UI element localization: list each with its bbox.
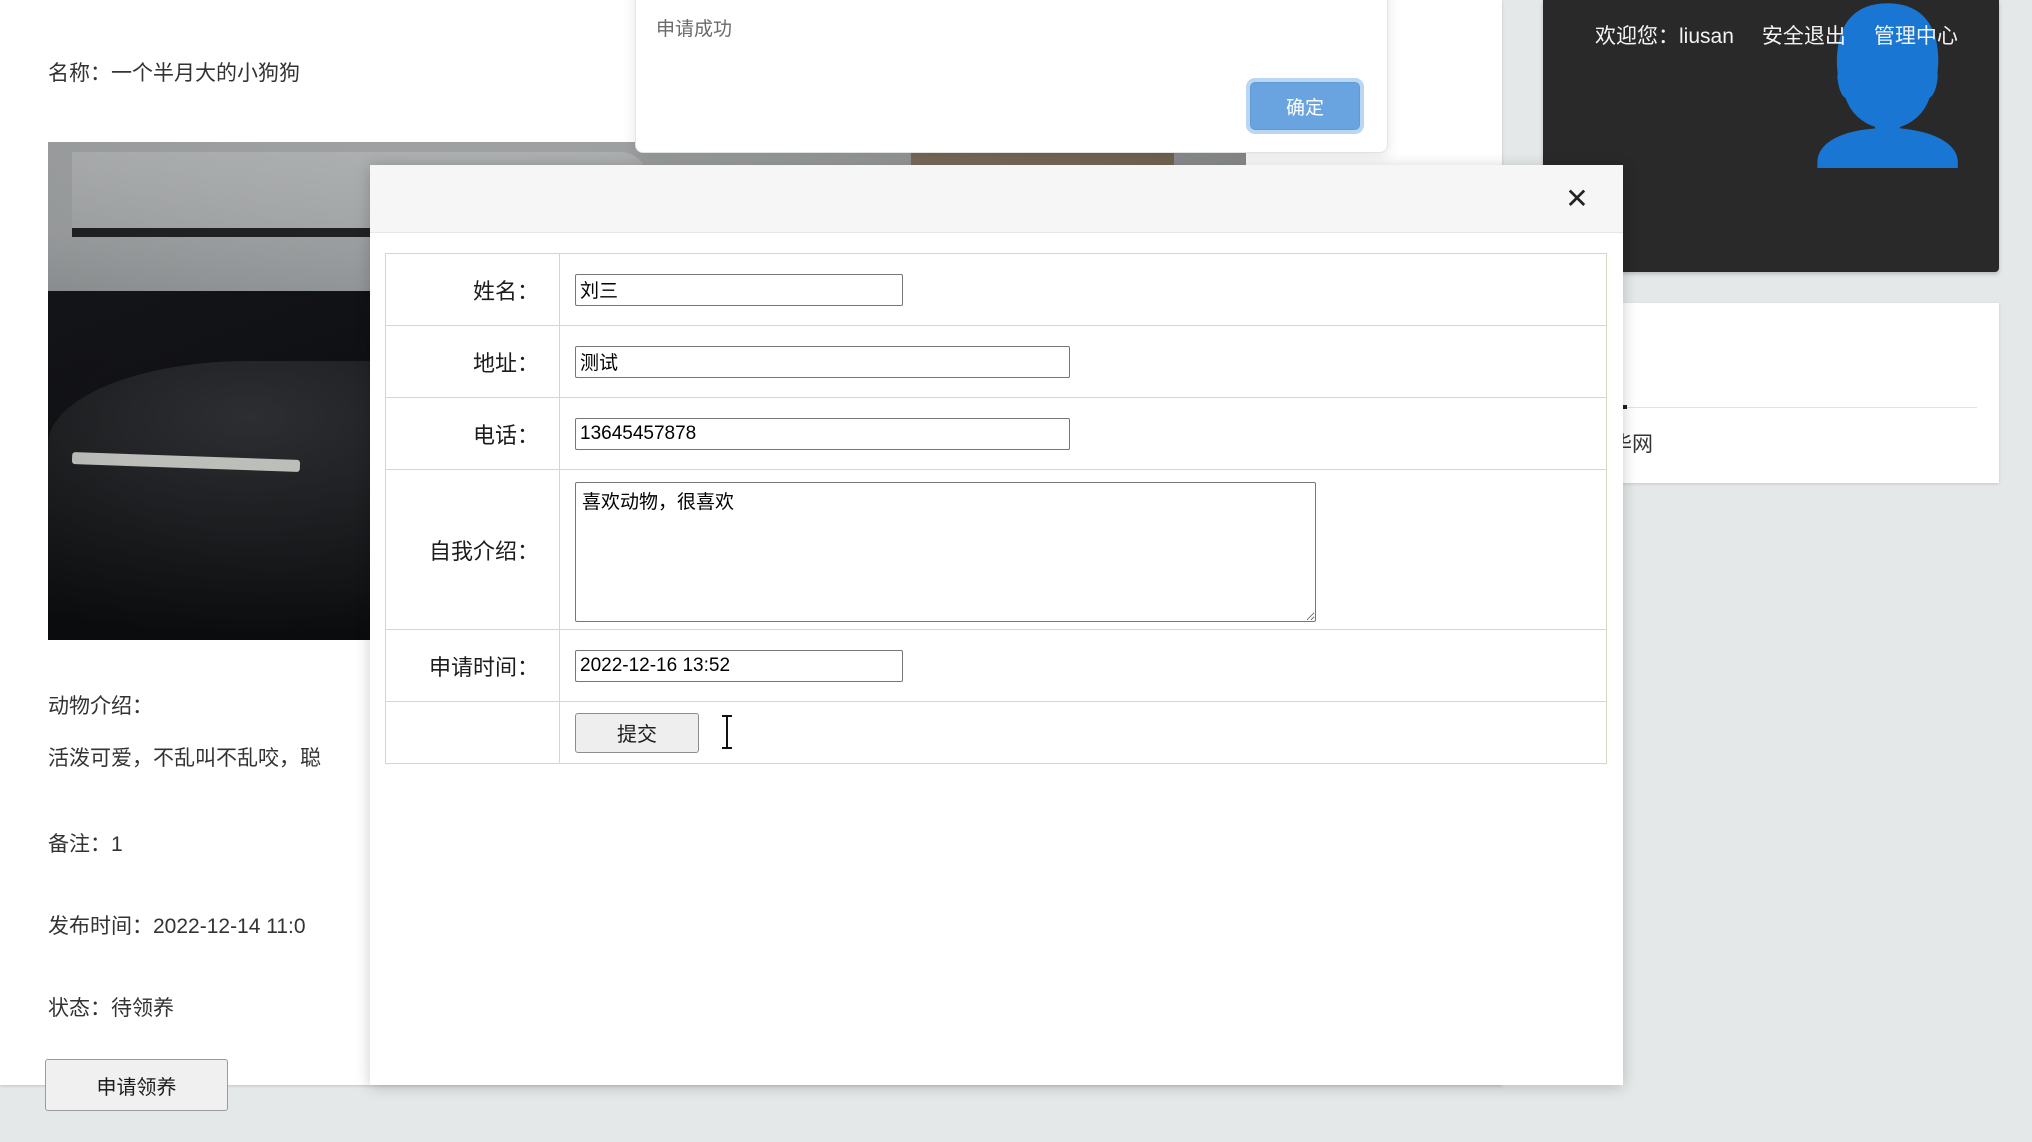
user-name-label: liusan bbox=[1679, 25, 1734, 48]
success-notice-message: 申请成功 bbox=[656, 19, 733, 40]
logout-link[interactable]: 安全退出 bbox=[1762, 25, 1846, 48]
table-row: 电话： bbox=[385, 397, 1607, 470]
field-label-empty bbox=[385, 701, 560, 764]
table-row: 地址： bbox=[385, 325, 1607, 398]
apply-time-input[interactable] bbox=[575, 649, 903, 682]
address-input[interactable] bbox=[575, 345, 1070, 378]
table-row: 申请时间： bbox=[385, 629, 1607, 702]
phone-input[interactable] bbox=[575, 417, 1070, 450]
page-title: 名称：一个半月大的小狗狗 bbox=[48, 62, 300, 85]
success-notice-dialog: 申请成功 确定 bbox=[635, 0, 1388, 153]
table-row: 自我介绍： 喜欢动物，很喜欢 bbox=[385, 469, 1607, 630]
welcome-bar: 欢迎您：liusan 安全退出 管理中心 bbox=[1595, 22, 1975, 52]
animal-remark: 备注：1 bbox=[48, 833, 123, 856]
self-intro-textarea[interactable]: 喜欢动物，很喜欢 bbox=[575, 482, 1316, 622]
publish-time: 发布时间：2022-12-14 11:0 bbox=[48, 915, 306, 938]
animal-intro-label: 动物介绍： bbox=[48, 695, 153, 718]
adoption-application-modal: ✕ 姓名： 地址： 电话： 自我介绍： bbox=[370, 165, 1623, 1085]
confirm-button[interactable]: 确定 bbox=[1246, 78, 1364, 134]
field-label-phone: 电话： bbox=[385, 397, 560, 470]
table-row: 姓名： bbox=[385, 253, 1607, 326]
field-label-apply-time: 申请时间： bbox=[385, 629, 560, 702]
modal-header bbox=[370, 165, 1623, 233]
animal-intro-text: 活泼可爱，不乱叫不乱咬，聪 bbox=[48, 747, 321, 770]
close-icon[interactable]: ✕ bbox=[1557, 179, 1597, 219]
admin-center-link[interactable]: 管理中心 bbox=[1874, 25, 1958, 48]
field-label-name: 姓名： bbox=[385, 253, 560, 326]
field-label-address: 地址： bbox=[385, 325, 560, 398]
submit-button[interactable]: 提交 bbox=[575, 712, 699, 753]
welcome-prefix-label: 欢迎您： bbox=[1595, 25, 1679, 48]
field-label-self-intro: 自我介绍： bbox=[385, 469, 560, 630]
apply-adoption-button[interactable]: 申请领养 bbox=[45, 1059, 228, 1111]
status-text: 状态：待领养 bbox=[48, 997, 174, 1020]
name-input[interactable] bbox=[575, 273, 903, 306]
links-card-divider bbox=[1567, 407, 1977, 408]
table-row: 提交 bbox=[385, 701, 1607, 764]
application-form-table: 姓名： 地址： 电话： 自我介绍： 喜欢动物，很喜欢 bbox=[385, 253, 1607, 764]
